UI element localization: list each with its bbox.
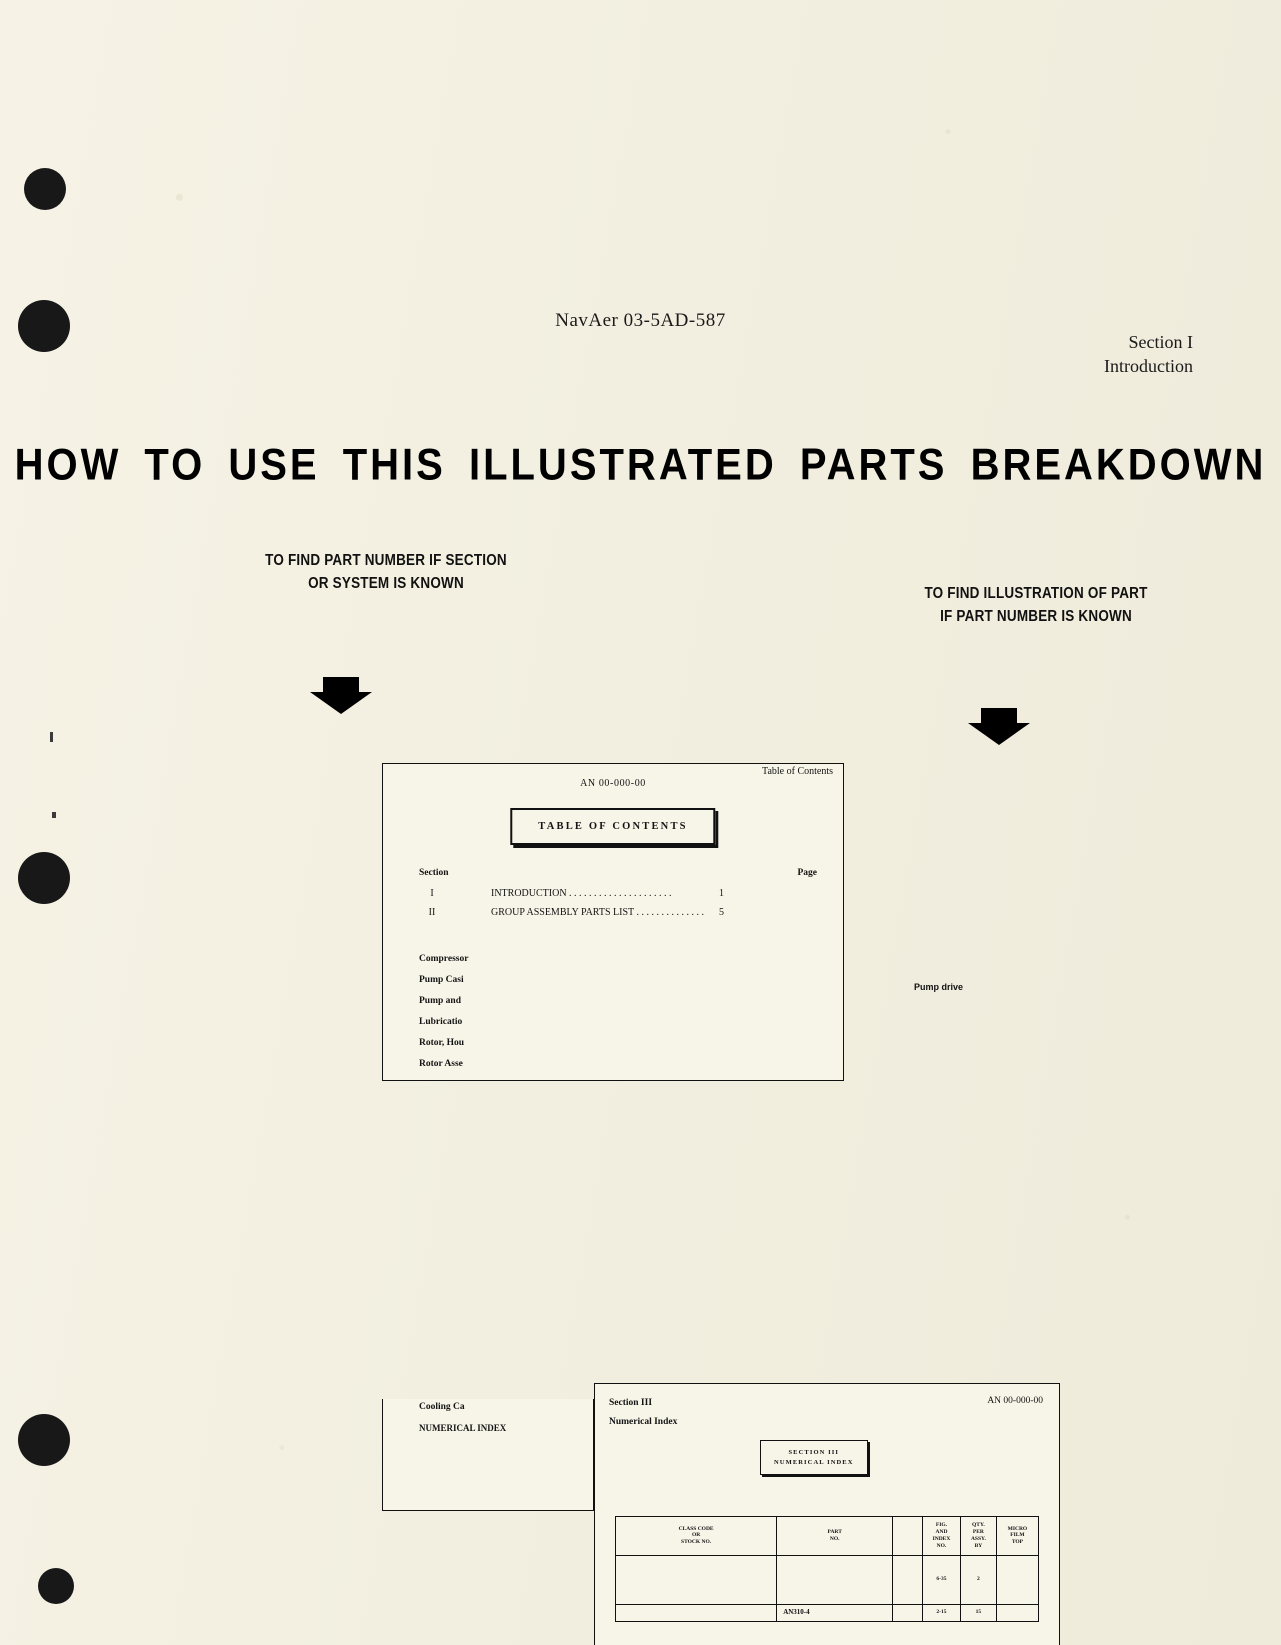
cell-blank <box>892 1554 923 1605</box>
table-header-row: CLASS CODE OR STOCK NO. PART NO. FIG. AN… <box>614 1515 1040 1556</box>
index-section-label: Section III <box>609 1397 653 1408</box>
right-caption: TO FIND ILLUSTRATION OF PART IF PART NUM… <box>924 584 1148 624</box>
cell-class-code <box>614 1603 778 1622</box>
table-row: 6-35 2 <box>614 1554 1040 1605</box>
toc-row-roman: I <box>430 887 434 899</box>
gap-callout-desc-note: Pump drive <box>914 982 964 992</box>
cell-qty: 15 <box>959 1603 997 1622</box>
subsection-label: Introduction <box>1104 356 1193 377</box>
toc-sub-item: Compressor <box>419 953 469 964</box>
toc-col-section: Section <box>419 867 449 878</box>
section-header: Section I Introduction <box>0 330 1193 379</box>
right-flow-arrow-icon <box>968 707 1030 746</box>
edge-mark <box>52 812 56 818</box>
toc-row-title: INTRODUCTION . . . . . . . . . . . . . .… <box>491 887 672 899</box>
edge-mark <box>50 732 53 742</box>
table-of-contents-sheet: AN 00-000-00 Table of Contents TABLE OF … <box>382 762 844 1081</box>
document-number: NavAer 03-5AD-587 <box>555 310 726 331</box>
toc-sub-item: Cooling Ca <box>419 1401 465 1412</box>
table-row: AN310-4 2-15 15 <box>614 1603 1040 1622</box>
toc-sub-item: Rotor Asse <box>419 1058 463 1069</box>
cell-part-no <box>776 1554 894 1605</box>
index-box-title: SECTION III NUMERICAL INDEX <box>760 1439 868 1476</box>
numerical-index-table: CLASS CODE OR STOCK NO. PART NO. FIG. AN… <box>614 1515 1040 1622</box>
toc-sub-item: Rotor, Hou <box>419 1037 465 1048</box>
numerical-index-sheet: AN 00-000-00 Section III Numerical Index… <box>594 1382 1060 1645</box>
toc-box-title: TABLE OF CONTENTS <box>510 807 716 845</box>
cell-fig-index: 2-15 <box>921 1603 961 1622</box>
binder-hole <box>18 1414 70 1466</box>
cell-class-code <box>614 1554 778 1605</box>
cell-microfilm <box>995 1603 1040 1622</box>
col-blank <box>892 1515 923 1556</box>
document-page: NavAer 03-5AD-587 Section I Introduction… <box>0 0 1281 1645</box>
col-class-code: CLASS CODE OR STOCK NO. <box>614 1515 778 1556</box>
toc-row-page: 5 <box>719 906 724 918</box>
toc-sub-item: Pump Casi <box>419 974 464 985</box>
index-name-label: Numerical Index <box>609 1416 678 1427</box>
cell-qty: 2 <box>959 1554 997 1605</box>
toc-sub-item: Lubricatio <box>419 1016 463 1027</box>
toc-row-title: GROUP ASSEMBLY PARTS LIST . . . . . . . … <box>491 906 704 918</box>
left-caption: TO FIND PART NUMBER IF SECTION OR SYSTEM… <box>265 550 507 591</box>
toc-sub-item: Pump and <box>419 995 461 1006</box>
left-flow-arrow-icon <box>310 676 372 715</box>
cell-microfilm <box>995 1554 1040 1605</box>
cell-blank <box>892 1603 923 1622</box>
col-microfilm: MICRO FILM TOP <box>995 1515 1040 1556</box>
binder-hole <box>18 852 70 904</box>
cell-fig-index: 6-35 <box>921 1554 961 1605</box>
toc-row-roman: II <box>428 906 436 918</box>
binder-hole <box>24 168 66 210</box>
toc-sub-item: NUMERICAL INDEX <box>419 1422 507 1433</box>
toc-continuation-strip: Cooling Ca NUMERICAL INDEX <box>382 1398 594 1511</box>
col-fig-index: FIG. AND INDEX NO. <box>921 1515 961 1556</box>
toc-running-head: Table of Contents <box>762 765 833 777</box>
binder-hole <box>38 1568 74 1604</box>
page-title: HOW TO USE THIS ILLUSTRATED PARTS BREAKD… <box>14 439 1267 490</box>
col-part-no: PART NO. <box>776 1515 894 1556</box>
cell-part-no: AN310-4 <box>776 1603 894 1622</box>
toc-col-page: Page <box>797 867 817 878</box>
col-qty: QTY. PER ASSY. BY <box>959 1515 997 1556</box>
toc-doc-code: AN 00-000-00 <box>580 777 646 789</box>
toc-row-page: 1 <box>719 887 724 899</box>
section-label: Section I <box>1128 332 1194 352</box>
index-doc-code: AN 00-000-00 <box>987 1395 1043 1406</box>
